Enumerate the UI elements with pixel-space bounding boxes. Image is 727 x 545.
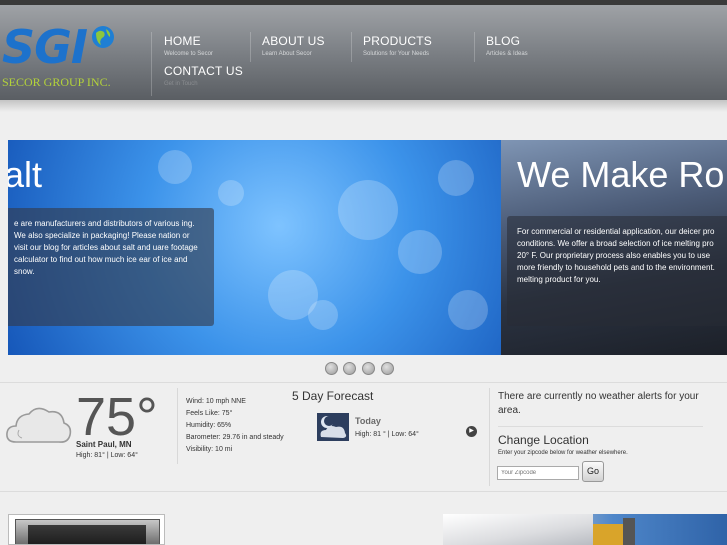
header-shadow [0, 100, 727, 112]
nav-divider [351, 32, 352, 62]
nav-divider [250, 32, 251, 62]
city-name: Saint Paul, MN [76, 440, 132, 449]
high-low: High: 81° | Low: 64° [76, 452, 138, 459]
humidity-detail: Humidity: 65% [186, 422, 232, 429]
bokeh-light [158, 150, 192, 184]
forecast-today-label: Today [355, 416, 381, 426]
change-location-title: Change Location [498, 433, 589, 447]
nav-contact-label: CONTACT US [164, 64, 243, 78]
slide-deicer: We Make Ro For commercial or residential… [501, 140, 727, 355]
slide-title: We Make Ro [517, 154, 725, 195]
calculator-display [28, 525, 146, 544]
current-temperature: 75° [76, 387, 158, 447]
site-logo[interactable]: SGI SECOR GROUP INC. [0, 19, 150, 91]
wind-detail: Wind: 10 mph NNE [186, 398, 246, 405]
cloud-icon [6, 407, 72, 443]
plow-truck-cab [623, 518, 635, 545]
zipcode-hint: Enter your zipcode below for weather els… [498, 450, 628, 456]
nav-about-sub: Learn About Secor [262, 51, 312, 57]
partly-cloudy-night-icon [317, 413, 349, 441]
go-button[interactable]: Go [582, 461, 604, 482]
logo-letters: SGI [2, 20, 88, 74]
nav-products[interactable]: PRODUCTS Solutions for Your Needs [363, 34, 432, 57]
nav-home-label: HOME [164, 34, 201, 48]
calculator-image[interactable] [8, 514, 165, 545]
nav-contact-sub: Get in Touch [164, 81, 198, 87]
logo-tagline: SECOR GROUP INC. [2, 75, 111, 89]
snow-plow-image[interactable] [443, 514, 727, 545]
slider-dot[interactable] [325, 362, 338, 375]
snow-bank [443, 514, 593, 545]
forecast-today-hilo: High: 81 ° | Low: 64° [355, 431, 419, 438]
nav-home-sub: Welcome to Secor [164, 51, 213, 57]
bokeh-light [398, 230, 442, 274]
nav-divider [474, 32, 475, 62]
calculator-body [15, 519, 160, 544]
bokeh-light [448, 290, 488, 330]
slide-text: e are manufacturers and distributors of … [8, 208, 214, 326]
nav-products-label: PRODUCTS [363, 34, 432, 48]
divider [177, 388, 178, 464]
visibility-detail: Visibility: 10 mi [186, 446, 233, 453]
divider [489, 388, 490, 486]
nav-contact[interactable]: CONTACT US Get in Touch [164, 64, 243, 87]
divider [0, 491, 727, 492]
bokeh-light [218, 180, 244, 206]
zipcode-input[interactable] [497, 466, 579, 480]
slider-dot[interactable] [362, 362, 375, 375]
nav-about[interactable]: ABOUT US Learn About Secor [262, 34, 325, 57]
slide-title: alt [8, 154, 43, 195]
globe-icon [92, 26, 114, 48]
divider [498, 426, 703, 427]
nav-about-label: ABOUT US [262, 34, 325, 48]
bokeh-light [338, 180, 398, 240]
hero-slider[interactable]: alt e are manufacturers and distributors… [8, 140, 727, 355]
nav-products-sub: Solutions for Your Needs [363, 51, 430, 57]
slide-salt: alt e are manufacturers and distributors… [8, 140, 501, 355]
slide-text: For commercial or residential applicatio… [507, 216, 727, 326]
next-forecast-icon[interactable]: ▶ [466, 426, 477, 437]
bokeh-light [308, 300, 338, 330]
nav-home[interactable]: HOME Welcome to Secor [164, 34, 213, 57]
nav-blog[interactable]: BLOG Articles & Ideas [486, 34, 528, 57]
barometer-detail: Barometer: 29.76 in and steady [186, 434, 284, 441]
slider-pagination [325, 362, 405, 376]
plow-truck [593, 524, 623, 545]
nav-blog-label: BLOG [486, 34, 521, 48]
slider-dot[interactable] [343, 362, 356, 375]
feels-like-detail: Feels Like: 75° [186, 410, 233, 417]
bokeh-light [438, 160, 474, 196]
weather-alerts: There are currently no weather alerts fo… [498, 391, 699, 416]
nav-divider [151, 32, 152, 96]
slider-dot[interactable] [381, 362, 394, 375]
nav-blog-sub: Articles & Ideas [486, 51, 528, 57]
forecast-title: 5 Day Forecast [292, 389, 374, 403]
